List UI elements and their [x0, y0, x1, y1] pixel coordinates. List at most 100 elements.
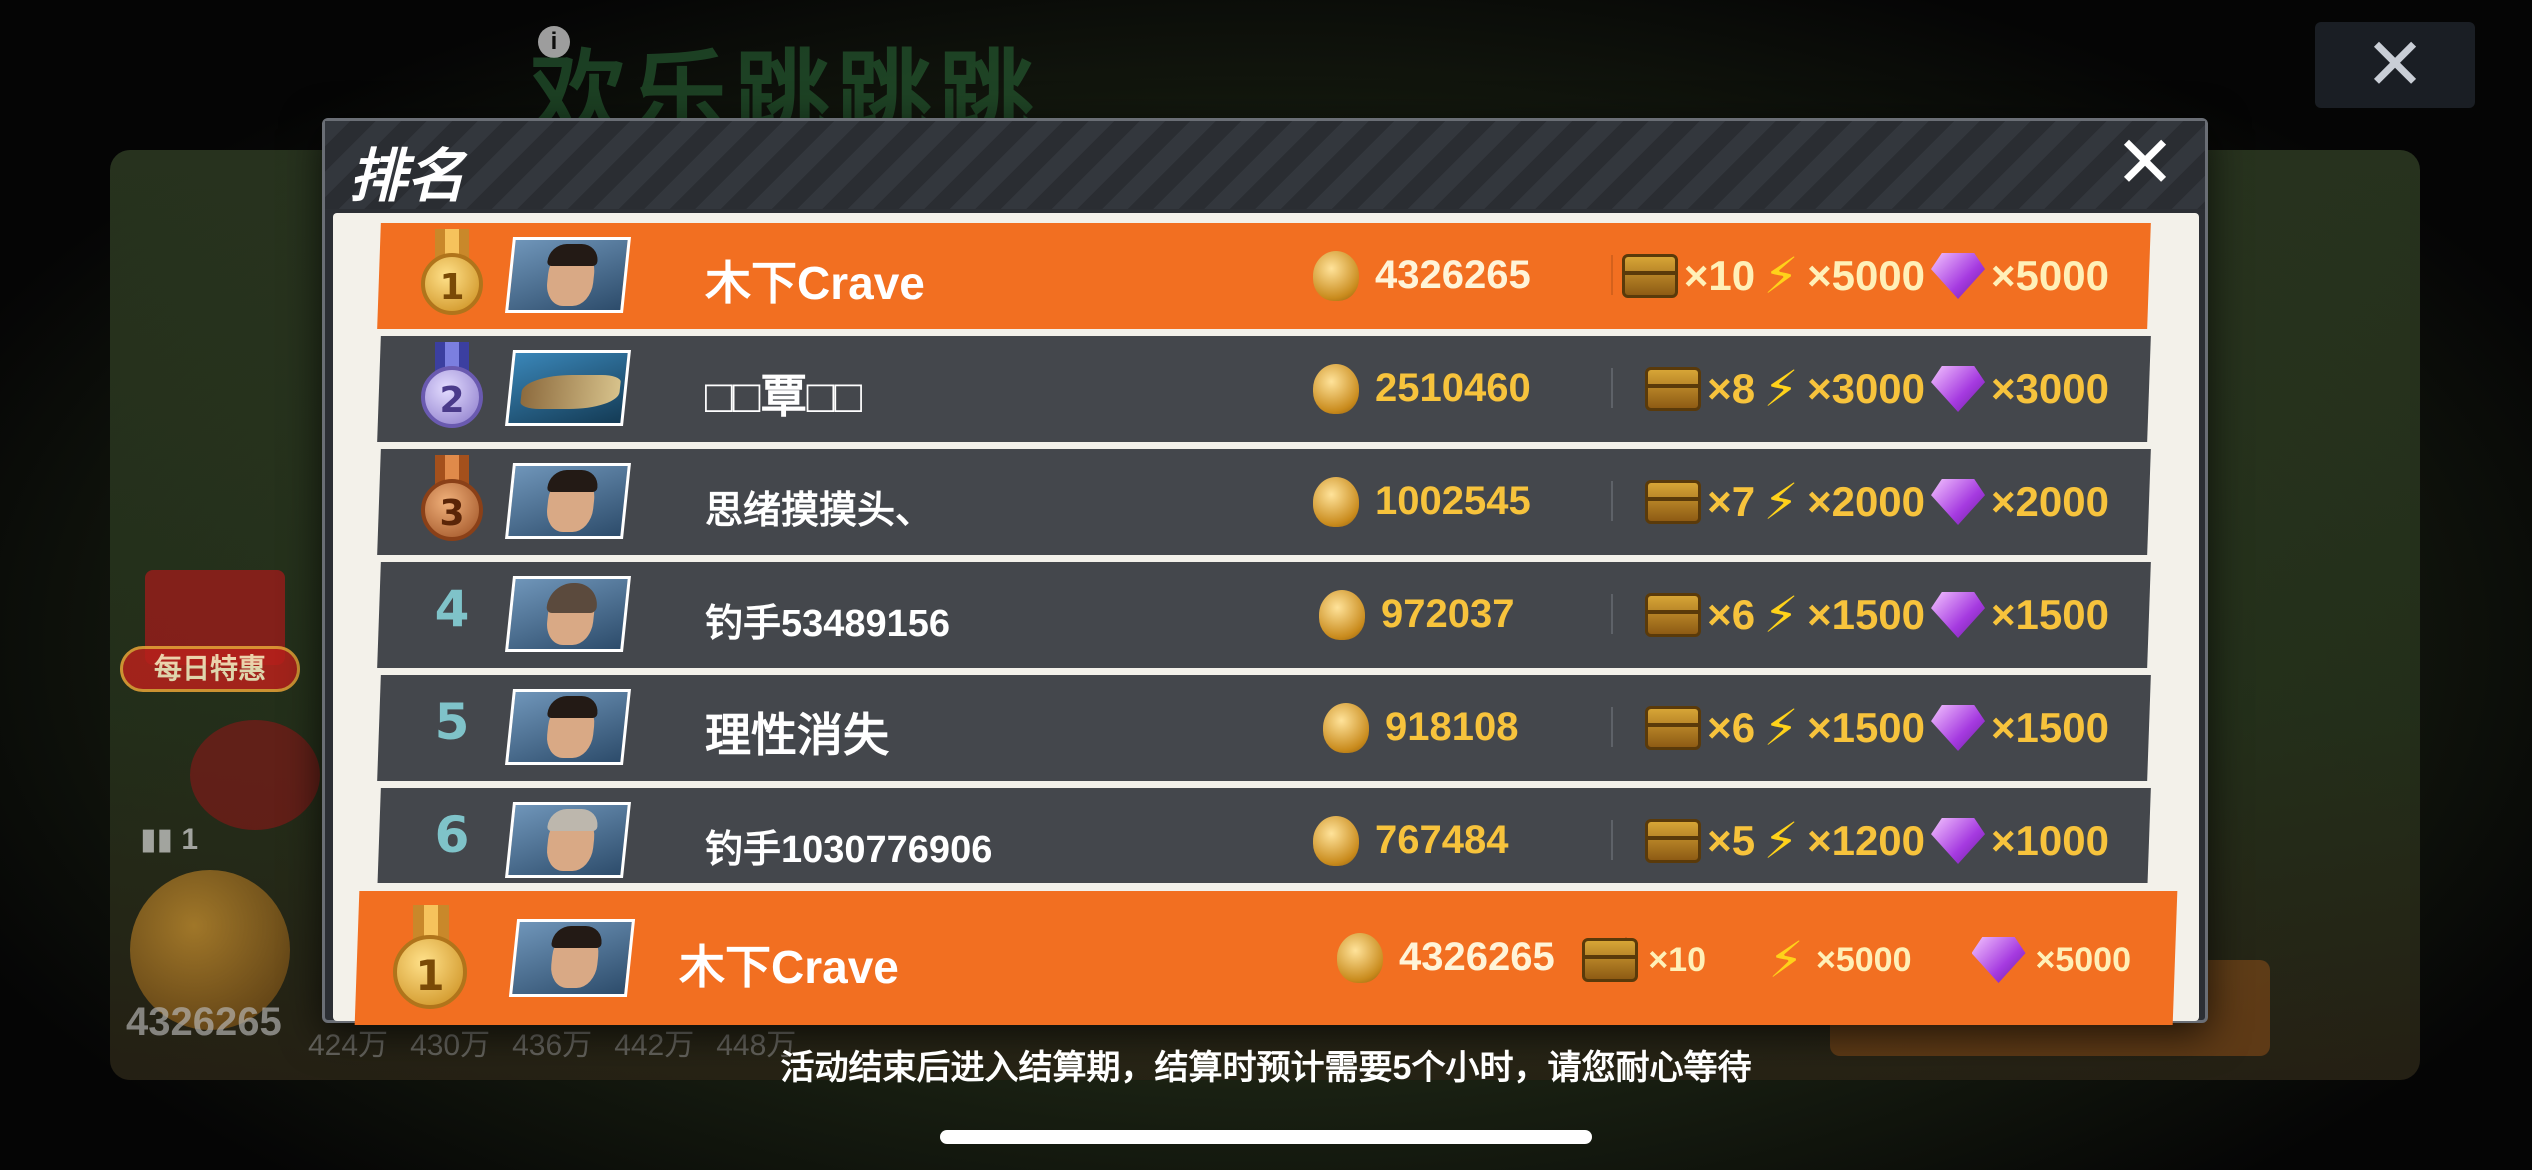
gem-count: ×3000	[1991, 365, 2109, 412]
my-score: 4326265	[1399, 935, 1555, 979]
chest-icon	[1645, 593, 1702, 637]
chest-icon	[1645, 819, 1702, 863]
coin-icon	[1313, 364, 1359, 414]
coin-icon	[1319, 590, 1365, 640]
bronze-medal-icon: 3	[421, 455, 483, 549]
energy-icon: ⚡	[1763, 700, 1799, 756]
energy-count: ×2000	[1807, 478, 1926, 525]
energy-count: ×5000	[1807, 252, 1926, 299]
gem-icon	[1931, 366, 1985, 412]
reward-list: ×5 ⚡ ×1200 ×1000	[1645, 812, 2109, 870]
chest-count: ×10	[1683, 252, 1756, 299]
avatar[interactable]	[505, 463, 631, 539]
game-close-icon[interactable]: ✕	[2315, 22, 2475, 108]
gem-count: ×5000	[1991, 252, 2109, 299]
energy-count: ×1500	[1807, 704, 1926, 751]
energy-icon: ⚡	[1763, 813, 1799, 869]
rank-number: 5	[434, 693, 470, 751]
player-name: 木下Crave	[705, 257, 925, 309]
modal-header: 排名 ✕	[325, 121, 2205, 210]
ranking-modal: 排名 ✕ 1 木下Crave 4326265 ×10 ⚡ ×5000 ×5000…	[322, 118, 2208, 1025]
chest-count: ×8	[1707, 365, 1756, 412]
gem-count: ×1500	[1991, 591, 2109, 638]
my-player-name: 木下Crave	[679, 941, 899, 993]
gem-icon	[1972, 937, 2026, 983]
coin-icon	[1313, 477, 1359, 527]
rank-number: 4	[434, 580, 470, 638]
close-icon[interactable]: ✕	[2111, 127, 2179, 199]
ranking-row[interactable]: 6 钓手1030776906 767484 ×5 ⚡ ×1200 ×1000	[377, 788, 2151, 883]
ranking-trophy-icon[interactable]	[190, 720, 320, 830]
daily-deal-label: 每日特惠	[120, 646, 300, 692]
player-score: 1002545	[1375, 479, 1531, 523]
reward-list: ×10 ⚡ ×5000 ×5000	[1621, 247, 2109, 305]
chest-icon	[1645, 367, 1702, 411]
coin-icon	[1337, 933, 1383, 983]
ranking-row[interactable]: 3 思绪摸摸头、 1002545 ×7 ⚡ ×2000 ×2000	[377, 449, 2151, 555]
coin-icon	[1313, 251, 1359, 301]
rank-indicator: ▮▮ 1	[140, 823, 199, 856]
gem-icon	[1931, 818, 1985, 864]
coin-icon	[1323, 703, 1369, 753]
energy-icon: ⚡	[1763, 474, 1799, 530]
reward-list: ×8 ⚡ ×3000 ×3000	[1645, 360, 2109, 418]
rank-number: 6	[434, 806, 470, 864]
player-score: 972037	[1381, 592, 1515, 636]
player-name: □□覃□□	[705, 370, 863, 422]
divider	[1611, 820, 1613, 860]
reward-list: ×6 ⚡ ×1500 ×1500	[1645, 699, 2109, 757]
energy-count: ×1500	[1807, 591, 1926, 638]
ranking-row[interactable]: 4 钓手53489156 972037 ×6 ⚡ ×1500 ×1500	[377, 562, 2151, 668]
ranking-row[interactable]: 5 理性消失 918108 ×6 ⚡ ×1500 ×1500	[377, 675, 2151, 781]
home-indicator[interactable]	[940, 1130, 1592, 1144]
gem-count: ×1000	[1991, 817, 2109, 864]
chest-icon	[1645, 706, 1702, 750]
avatar[interactable]	[505, 237, 631, 313]
chest-count: ×10	[1648, 940, 1706, 979]
player-name: 钓手53489156	[705, 603, 951, 645]
player-score: 4326265	[1375, 253, 1531, 297]
gem-icon	[1931, 253, 1985, 299]
avatar[interactable]	[505, 802, 631, 878]
daily-deal-button[interactable]: 每日特惠	[120, 550, 310, 700]
my-rank-row[interactable]: 1 木下Crave 4326265 ×10 ⚡ ×5000 ×5000	[354, 891, 2178, 1025]
avatar[interactable]	[505, 350, 631, 426]
divider	[1611, 481, 1613, 521]
chest-count: ×6	[1707, 591, 1756, 638]
player-name: 思绪摸摸头、	[705, 490, 934, 532]
reward-list: ×7 ⚡ ×2000 ×2000	[1645, 473, 2109, 531]
player-score: 767484	[1375, 818, 1509, 862]
chest-count: ×5	[1707, 817, 1756, 864]
ranking-row[interactable]: 1 木下Crave 4326265 ×10 ⚡ ×5000 ×5000	[377, 223, 2151, 329]
my-avatar[interactable]	[508, 919, 636, 997]
player-name: 理性消失	[705, 709, 889, 761]
chest-count: ×7	[1707, 478, 1756, 525]
chest-icon	[1582, 938, 1639, 982]
energy-count: ×5000	[1816, 940, 1912, 979]
gem-icon	[1931, 479, 1985, 525]
energy-icon: ⚡	[1763, 248, 1799, 304]
silver-medal-icon: 2	[421, 342, 483, 436]
modal-title: 排名	[349, 142, 466, 210]
divider	[1611, 707, 1613, 747]
coin-total: 4326265	[126, 1000, 282, 1044]
player-score: 2510460	[1375, 366, 1531, 410]
settlement-notice: 活动结束后进入结算期，结算时预计需要5个小时，请您耐心等待	[780, 1049, 1752, 1087]
ranking-list[interactable]: 1 木下Crave 4326265 ×10 ⚡ ×5000 ×5000 2 □□…	[333, 223, 2199, 883]
gem-icon	[1931, 592, 1985, 638]
avatar[interactable]	[505, 576, 631, 652]
game-title: 欢乐跳跳跳	[530, 40, 1040, 152]
chest-count: ×6	[1707, 704, 1756, 751]
avatar[interactable]	[505, 689, 631, 765]
gold-medal-icon: 1	[421, 229, 483, 323]
coin-icon	[1313, 816, 1359, 866]
energy-icon: ⚡	[1763, 361, 1799, 417]
gem-icon	[1931, 705, 1985, 751]
gold-medal-icon: 1	[393, 905, 467, 1015]
player-score: 918108	[1385, 705, 1519, 749]
ranking-row[interactable]: 2 □□覃□□ 2510460 ×8 ⚡ ×3000 ×3000	[377, 336, 2151, 442]
divider	[1611, 594, 1613, 634]
energy-icon: ⚡	[1763, 587, 1799, 643]
divider	[1611, 368, 1613, 408]
chest-icon	[1645, 480, 1702, 524]
